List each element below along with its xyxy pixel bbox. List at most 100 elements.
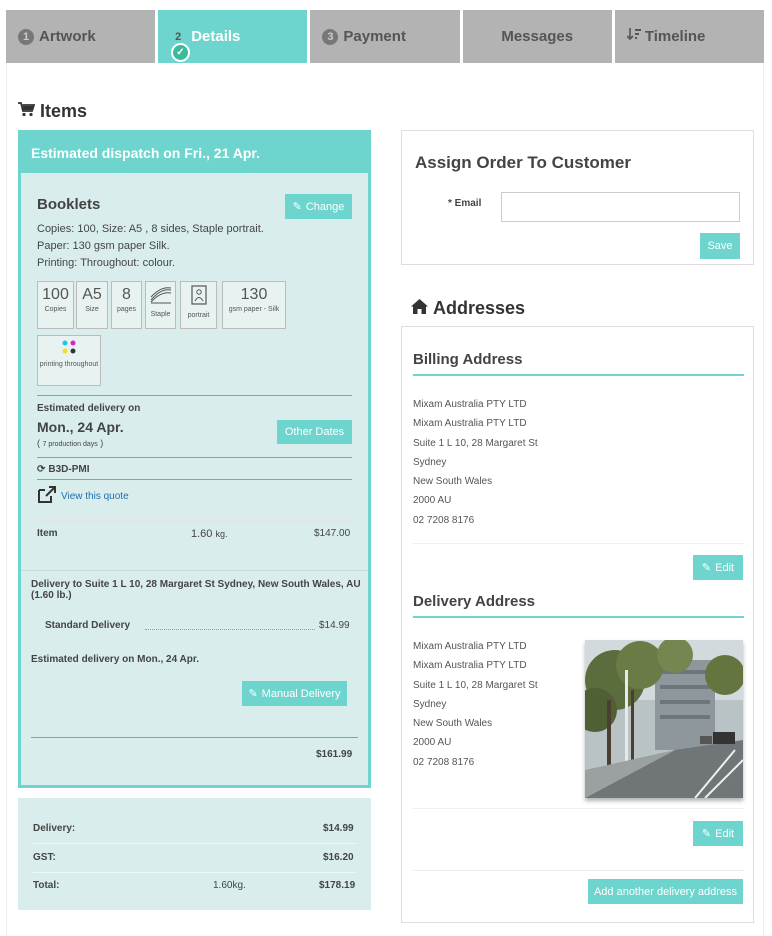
- tab-timeline[interactable]: Timeline: [614, 10, 765, 63]
- tab-details[interactable]: 2 Details ✓: [158, 10, 308, 63]
- sort-icon: [626, 27, 641, 46]
- spec-tile-size: A5 Size: [76, 281, 108, 329]
- billing-address-title: Billing Address: [413, 351, 523, 368]
- change-button-label: Change: [305, 200, 345, 213]
- external-link-icon: [37, 486, 57, 507]
- divider: [37, 457, 352, 458]
- dotted-leader: [145, 629, 315, 630]
- item-weight-value: 1.60: [191, 528, 213, 540]
- email-input[interactable]: [501, 192, 740, 222]
- home-icon: [411, 298, 428, 319]
- spec-label: Staple: [150, 311, 171, 318]
- step-number-badge: 1: [18, 28, 34, 45]
- spec-value: 8: [122, 286, 131, 303]
- manual-delivery-button[interactable]: ✎ Manual Delivery: [242, 681, 347, 706]
- assign-customer-card: Assign Order To Customer * Email Save: [401, 130, 754, 265]
- divider: [37, 520, 352, 521]
- delivery-address-title: Delivery Address: [413, 593, 536, 610]
- production-days-text: 7 production days: [42, 441, 98, 448]
- tab-label: Payment: [343, 28, 406, 45]
- order-item-card: Estimated dispatch on Fri., 21 Apr. Book…: [18, 130, 371, 788]
- spec-tile-paper: 130 gsm paper - Silk: [222, 281, 286, 329]
- tab-messages[interactable]: Messages: [462, 10, 612, 63]
- estimated-delivery-text: Estimated delivery on Mon., 24 Apr.: [31, 654, 200, 665]
- spec-label: Size: [85, 306, 99, 313]
- change-button[interactable]: ✎ Change: [285, 194, 352, 219]
- portrait-icon: [181, 285, 216, 310]
- divider: [33, 843, 356, 844]
- standard-delivery-label: Standard Delivery: [45, 620, 131, 631]
- street-view-image: [585, 640, 743, 798]
- divider: [413, 870, 744, 871]
- divider: [21, 570, 368, 571]
- add-delivery-address-button[interactable]: Add another delivery address: [588, 879, 743, 904]
- spec-value: 100: [42, 286, 69, 303]
- delivery-address-lines: Mixam Australia PTY LTD Mixam Australia …: [413, 637, 538, 772]
- item-weight: 1.60 kg.: [191, 528, 228, 540]
- spec-tile-pages: 8 pages: [111, 281, 142, 329]
- spec-line-printing: Printing: Throughout: colour.: [37, 257, 175, 269]
- spec-tile-printing: printing throughout: [37, 335, 101, 386]
- step-number-badge: 3: [322, 28, 339, 45]
- addresses-heading: Addresses: [411, 298, 525, 319]
- divider: [33, 872, 356, 873]
- billing-underline: [413, 374, 744, 376]
- spec-value: 130: [240, 286, 268, 303]
- grand-total: $178.19: [319, 880, 356, 891]
- billing-edit-button[interactable]: ✎ Edit: [693, 555, 743, 580]
- address-line: Sydney: [413, 456, 447, 468]
- spec-label: gsm paper - Silk: [228, 306, 280, 313]
- tab-payment[interactable]: 3 Payment: [310, 10, 460, 63]
- sync-icon: ⟳: [37, 464, 46, 475]
- spec-line-copies: Copies: 100, Size: A5 , 8 sides, Staple …: [37, 223, 264, 235]
- paren-close: ): [100, 438, 104, 448]
- job-code: ⟳ B3D-PMI: [37, 464, 90, 475]
- total-weight-unit: kg.: [232, 880, 246, 891]
- edit-label: Edit: [715, 561, 735, 574]
- edit-icon: ✎: [701, 562, 712, 574]
- shopping-cart-icon: [18, 101, 36, 122]
- tab-label: Details: [191, 28, 241, 45]
- address-line: 02 7208 8176: [413, 514, 475, 526]
- gst-label: GST:: [33, 852, 56, 863]
- address-line: Mixam Australia PTY LTD: [413, 399, 527, 410]
- delivery-destination: Delivery to Suite 1 L 10, 28 Margaret St…: [31, 579, 361, 601]
- assign-title: Assign Order To Customer: [415, 153, 631, 172]
- product-name: Booklets: [37, 196, 101, 213]
- item-price: $147.00: [314, 528, 351, 539]
- address-line: 02 7208 8176: [413, 756, 475, 768]
- edit-icon: ✎: [292, 201, 302, 213]
- delivery-total-label: Delivery:: [33, 823, 76, 834]
- spec-label: printing throughout: [39, 361, 99, 368]
- address-line: 2000 AU: [413, 495, 452, 507]
- staple-binding-icon: [146, 286, 175, 309]
- grand-total-label: Total:: [33, 880, 60, 891]
- view-quote-text: View this quote: [61, 491, 129, 502]
- view-quote-link[interactable]: View this quote: [37, 486, 129, 507]
- address-line: Mixam Australia PTY LTD: [413, 660, 527, 672]
- address-line: Suite 1 L 10, 28 Margaret St: [413, 679, 538, 691]
- delivery-edit-button[interactable]: ✎ Edit: [693, 821, 743, 846]
- address-line: 2000 AU: [413, 737, 452, 749]
- tab-artwork[interactable]: 1 Artwork: [6, 10, 156, 63]
- spec-value: A5: [82, 286, 102, 303]
- total-weight: 1.60kg.: [213, 880, 246, 891]
- tab-label: Artwork: [39, 28, 96, 45]
- standard-delivery-price: $14.99: [319, 620, 350, 631]
- production-days: ( 7 production days ): [37, 438, 103, 448]
- save-button[interactable]: Save: [700, 233, 740, 259]
- addresses-heading-text: Addresses: [433, 298, 526, 318]
- delivery-underline: [413, 616, 744, 618]
- spec-tile-staple: Staple: [145, 281, 176, 329]
- spec-label: portrait: [187, 312, 210, 319]
- step-tabs: 1 Artwork 2 Details ✓ 3 Payment Messages…: [6, 10, 765, 63]
- manual-delivery-label: Manual Delivery: [261, 687, 341, 700]
- address-line: Sydney: [413, 698, 447, 710]
- item-weight-unit: kg.: [215, 529, 228, 539]
- divider: [413, 543, 744, 544]
- address-line: New South Wales: [413, 718, 493, 730]
- billing-address-lines: Mixam Australia PTY LTD Mixam Australia …: [413, 395, 538, 530]
- other-dates-button[interactable]: Other Dates: [277, 420, 352, 444]
- divider: [413, 808, 744, 809]
- address-line: Mixam Australia PTY LTD: [413, 418, 527, 430]
